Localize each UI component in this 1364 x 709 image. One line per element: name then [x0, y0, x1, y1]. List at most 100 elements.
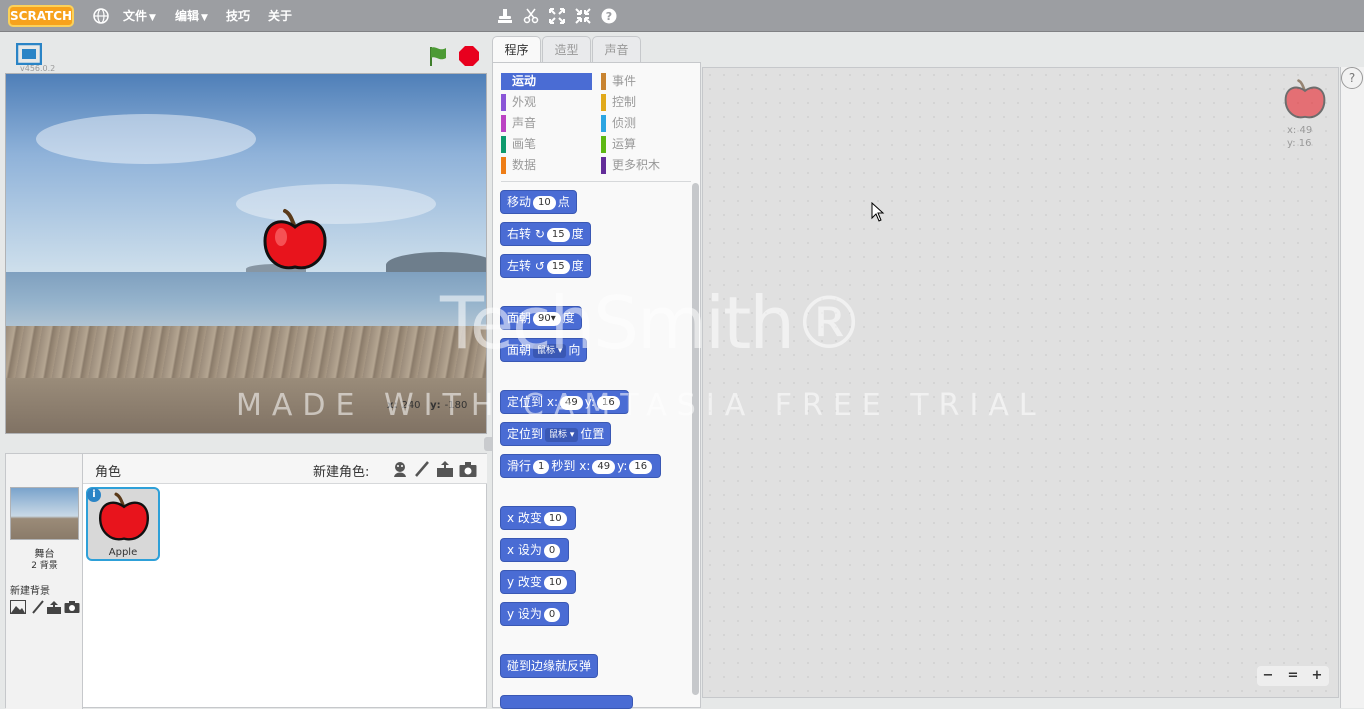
tab-sounds[interactable]: 声音: [592, 36, 641, 63]
category-label: 事件: [612, 74, 637, 88]
category-events[interactable]: 事件: [601, 73, 692, 90]
dropdown-value: 鼠标: [549, 430, 568, 440]
block-partial[interactable]: [500, 695, 633, 709]
stage-canvas[interactable]: [5, 73, 487, 434]
block-number-input[interactable]: 49: [560, 396, 583, 410]
block-point-towards[interactable]: 面朝 鼠标 ▾ 向: [500, 338, 588, 362]
block-number-input[interactable]: 16: [629, 460, 653, 474]
category-label: 更多积木: [612, 158, 661, 172]
grow-icon[interactable]: [549, 8, 565, 24]
new-backdrop-label: 新建背景: [10, 586, 50, 597]
block-number-input[interactable]: 10: [543, 576, 567, 590]
menu-about[interactable]: 关于: [268, 8, 292, 24]
block-number-input[interactable]: 1: [533, 460, 550, 474]
block-number-input[interactable]: 10: [543, 512, 567, 526]
zoom-reset-button[interactable]: =: [1284, 668, 1302, 684]
category-data[interactable]: 数据: [501, 157, 592, 174]
green-flag-icon[interactable]: [427, 45, 449, 67]
category-control[interactable]: 控制: [601, 94, 692, 111]
block-go-to[interactable]: 定位到 鼠标 ▾ 位置: [500, 422, 612, 446]
category-label: 外观: [512, 95, 537, 109]
category-motion[interactable]: 运动: [501, 73, 592, 90]
delete-scissors-icon[interactable]: [523, 8, 539, 24]
paint-brush-icon[interactable]: [30, 600, 46, 614]
category-color-bar: [501, 157, 506, 174]
block-number-input[interactable]: 0: [543, 544, 561, 558]
chevron-down-icon: ▼: [149, 13, 156, 23]
palette-scrollbar[interactable]: [692, 183, 699, 695]
menu-file[interactable]: 文件 ▼: [123, 8, 156, 26]
category-pen[interactable]: 画笔: [501, 136, 592, 153]
camera-icon[interactable]: [64, 600, 80, 614]
block-text: 移动: [507, 195, 532, 209]
category-sound[interactable]: 声音: [501, 115, 592, 132]
block-target-dropdown[interactable]: 鼠标 ▾: [545, 428, 579, 442]
duplicate-stamp-icon[interactable]: [497, 8, 513, 24]
category-label: 运动: [512, 74, 537, 88]
paint-brush-icon[interactable]: [413, 460, 431, 478]
zoom-out-button[interactable]: −: [1259, 668, 1277, 684]
block-change-x[interactable]: x 改变 10: [500, 506, 576, 530]
help-icon[interactable]: ?: [601, 8, 617, 24]
sprite-tile-apple[interactable]: i Apple: [86, 487, 160, 561]
block-move-steps[interactable]: 移动 10 点: [500, 190, 577, 214]
backdrop-sky: [6, 74, 486, 274]
block-number-input[interactable]: 15: [546, 260, 570, 274]
block-number-input[interactable]: 16: [597, 396, 620, 410]
tab-costumes[interactable]: 造型: [542, 36, 591, 63]
block-turn-right[interactable]: 右转 ↻ 15 度: [500, 222, 591, 246]
block-change-y[interactable]: y 改变 10: [500, 570, 576, 594]
block-text: 位置: [580, 427, 605, 441]
stop-icon[interactable]: [458, 45, 480, 67]
block-bounce-on-edge[interactable]: 碰到边缘就反弹: [500, 654, 599, 678]
block-text: 度: [562, 311, 575, 325]
apple-sprite[interactable]: [261, 207, 329, 275]
menu-tips[interactable]: 技巧: [226, 8, 250, 24]
category-color-bar: [601, 136, 606, 153]
fullscreen-icon[interactable]: [16, 43, 42, 65]
category-looks[interactable]: 外观: [501, 94, 592, 111]
block-turn-left[interactable]: 左转 ↺ 15 度: [500, 254, 591, 278]
help-button[interactable]: ?: [1341, 67, 1363, 89]
block-glide[interactable]: 滑行 1 秒到 x: 49 y: 16: [500, 454, 662, 478]
block-set-y[interactable]: y 设为 0: [500, 602, 570, 626]
block-go-to-xy[interactable]: 定位到 x: 49 y: 16: [500, 390, 629, 414]
apple-thumbnail: [98, 492, 150, 541]
backdrop-library-icon[interactable]: [10, 600, 26, 614]
sprite-x-readout: x: 49: [1287, 125, 1313, 136]
upload-icon[interactable]: [46, 600, 62, 614]
zoom-in-button[interactable]: +: [1308, 668, 1326, 684]
current-sprite-icon: [1284, 79, 1326, 119]
block-text: x 设为: [507, 543, 542, 557]
block-number-input[interactable]: 49: [592, 460, 616, 474]
block-number-input[interactable]: 15: [546, 228, 570, 242]
backdrop-boardwalk: [6, 326, 486, 378]
script-area[interactable]: x: 49 y: 16 − = +: [702, 67, 1339, 698]
block-text: y:: [584, 395, 596, 409]
block-point-in-direction[interactable]: 面朝 90▾ 度: [500, 306, 582, 330]
category-color-bar: [601, 115, 606, 132]
collapse-stage-handle[interactable]: [484, 437, 492, 451]
block-number-input[interactable]: 10: [533, 196, 556, 210]
block-set-x[interactable]: x 设为 0: [500, 538, 570, 562]
globe-icon[interactable]: [93, 8, 109, 24]
category-more-blocks[interactable]: 更多积木: [601, 157, 692, 174]
menu-edit[interactable]: 编辑 ▼: [175, 8, 208, 26]
block-direction-dropdown[interactable]: 90▾: [533, 312, 561, 326]
sprite-library-icon[interactable]: [391, 460, 409, 478]
camera-icon[interactable]: [459, 460, 477, 478]
block-target-dropdown[interactable]: 鼠标 ▾: [533, 344, 567, 358]
stage-thumbnail[interactable]: [10, 487, 79, 540]
scratch-logo[interactable]: SCRATCH: [8, 5, 74, 27]
shrink-icon[interactable]: [575, 8, 591, 24]
upload-icon[interactable]: [436, 460, 454, 478]
category-operators[interactable]: 运算: [601, 136, 692, 153]
category-sensing[interactable]: 侦测: [601, 115, 692, 132]
block-number-input[interactable]: 0: [543, 608, 561, 622]
block-palette: 运动 事件 外观 控制 声音 侦测 画笔 运算 数据 更多积木 移动 10 点 右转…: [492, 62, 701, 709]
new-sprite-label: 新建角色:: [313, 465, 370, 480]
block-text: 面朝: [507, 343, 532, 357]
category-label: 侦测: [612, 116, 637, 130]
tab-scripts[interactable]: 程序: [492, 36, 541, 63]
sprite-header: 角色 新建角色:: [83, 454, 487, 484]
